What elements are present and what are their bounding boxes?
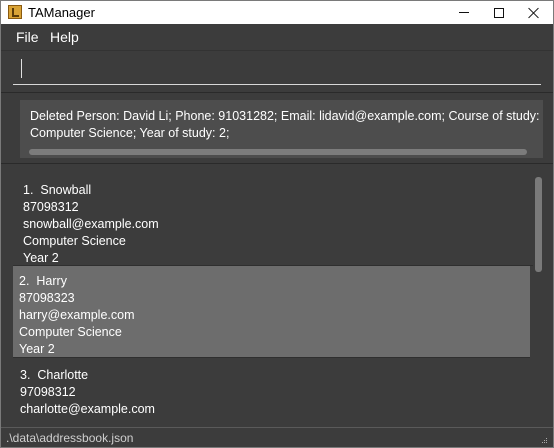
save-location-path: .\data\addressbook.json [6, 431, 134, 445]
person-index-name: 1. Snowball [23, 183, 91, 197]
person-course: Computer Science [23, 234, 126, 248]
person-index: 3. [20, 368, 31, 382]
result-message: Deleted Person: David Li; Phone: 9103128… [30, 108, 540, 142]
resize-grip-icon[interactable] [542, 438, 548, 444]
person-list-panel: 1. Snowball 87098312 snowball@example.co… [1, 163, 553, 428]
command-box [1, 50, 553, 93]
person-name: Harry [36, 274, 67, 288]
vertical-scrollbar[interactable] [535, 177, 542, 272]
person-email: harry@example.com [19, 308, 135, 322]
person-index: 1. [23, 183, 34, 197]
title-bar: TAManager [1, 1, 553, 24]
close-icon [528, 7, 540, 19]
menu-file[interactable]: File [16, 29, 39, 45]
text-caret [21, 59, 22, 78]
close-button[interactable] [517, 1, 551, 24]
person-course: Computer Science [19, 325, 122, 339]
minimize-icon [459, 12, 469, 13]
person-card[interactable]: 3. Charlotte 97098312 charlotte@example.… [13, 358, 533, 426]
app-window: TAManager File Help Deleted Person: Davi… [0, 0, 554, 448]
person-card-selected[interactable]: 2. Harry 87098323 harry@example.com Comp… [13, 266, 530, 358]
person-year: Year 2 [19, 342, 55, 356]
result-text-area: Deleted Person: David Li; Phone: 9103128… [20, 100, 543, 158]
person-list[interactable]: 1. Snowball 87098312 snowball@example.co… [13, 177, 545, 426]
person-name: Snowball [40, 183, 92, 197]
person-year: Year 2 [23, 251, 59, 265]
minimize-button[interactable] [447, 1, 481, 24]
person-index: 2. [19, 274, 30, 288]
person-card[interactable]: 1. Snowball 87098312 snowball@example.co… [13, 177, 533, 266]
app-logo-icon [8, 5, 22, 19]
maximize-button[interactable] [482, 1, 516, 24]
person-phone: 97098312 [20, 385, 76, 399]
window-title: TAManager [28, 5, 95, 20]
command-input[interactable] [13, 57, 541, 85]
person-index-name: 3. Charlotte [20, 368, 88, 382]
person-email: snowball@example.com [23, 217, 159, 231]
person-phone: 87098312 [23, 200, 79, 214]
person-email: charlotte@example.com [20, 402, 155, 416]
person-phone: 87098323 [19, 291, 75, 305]
status-bar: .\data\addressbook.json [1, 427, 553, 447]
result-line-1: Deleted Person: David Li; Phone: 9103128… [30, 109, 540, 123]
horizontal-scrollbar[interactable] [29, 149, 527, 155]
menu-bar: File Help [1, 24, 553, 50]
menu-help[interactable]: Help [50, 29, 79, 45]
person-index-name: 2. Harry [19, 274, 67, 288]
maximize-icon [494, 7, 504, 18]
result-line-2: Computer Science; Year of study: 2; [30, 126, 230, 140]
result-display: Deleted Person: David Li; Phone: 9103128… [1, 92, 553, 164]
person-name: Charlotte [37, 368, 89, 382]
